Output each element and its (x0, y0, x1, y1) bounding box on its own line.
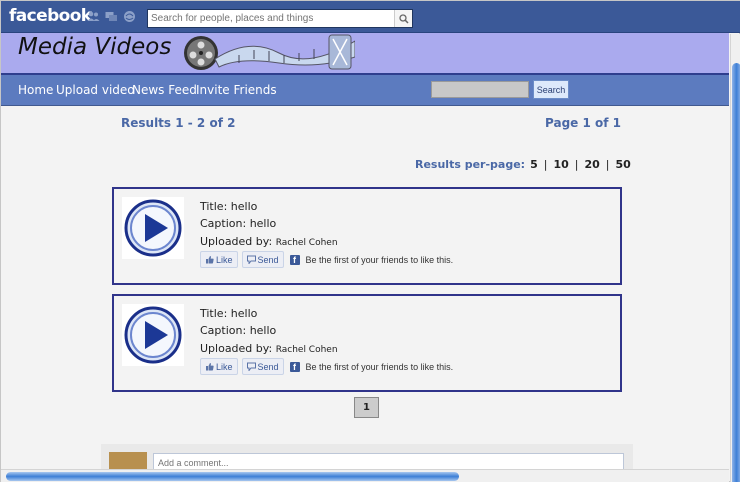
video-card: Title: hello Caption: hello Uploaded by:… (112, 187, 622, 285)
per-page-option-10[interactable]: 10 (553, 158, 568, 171)
facebook-f-icon: f (289, 254, 300, 265)
video-search-input[interactable] (431, 81, 529, 98)
per-page-option-20[interactable]: 20 (584, 158, 599, 171)
video-uploader: Uploaded by: Rachel Cohen (200, 342, 338, 355)
per-page-separator: | (605, 158, 610, 171)
video-thumbnail[interactable] (122, 197, 184, 259)
facebook-logo[interactable]: facebook (9, 6, 92, 26)
app-banner: Media Videos (1, 33, 729, 75)
per-page-option-50[interactable]: 50 (616, 158, 631, 171)
vertical-scroll-thumb[interactable] (732, 63, 740, 482)
video-uploader: Uploaded by: Rachel Cohen (200, 235, 338, 248)
play-icon (124, 306, 182, 364)
video-caption: Caption: hello (200, 324, 277, 337)
speech-bubble-icon (246, 362, 256, 371)
thumbs-up-icon (206, 363, 214, 371)
vertical-scrollbar[interactable] (730, 34, 740, 482)
video-title: Title: hello (200, 307, 258, 320)
nav-upload-video[interactable]: Upload video (56, 83, 135, 97)
per-page-separator: | (574, 158, 579, 171)
send-button[interactable]: Send (241, 358, 284, 375)
per-page-label: Results per-page: (415, 158, 526, 171)
facebook-f-icon: f (289, 361, 300, 372)
nav-news-feed[interactable]: News Feed (132, 83, 197, 97)
friend-requests-icon[interactable] (87, 10, 100, 23)
video-caption: Caption: hello (200, 217, 277, 230)
results-count: Results 1 - 2 of 2 (121, 116, 236, 130)
like-social-text: Be the first of your friends to like thi… (305, 361, 454, 372)
per-page-option-5[interactable]: 5 (530, 158, 538, 171)
like-social-text: Be the first of your friends to like thi… (305, 254, 454, 265)
speech-bubble-icon (246, 255, 256, 264)
messages-icon[interactable] (105, 10, 118, 23)
like-button[interactable]: Like (200, 251, 238, 268)
banner-title: Media Videos (18, 34, 172, 60)
video-search-button[interactable]: Search (533, 80, 569, 99)
like-row: Like Send f Be the first of your friends… (200, 358, 453, 375)
horizontal-scroll-thumb[interactable] (6, 472, 459, 481)
page-info: Page 1 of 1 (545, 116, 621, 130)
facebook-search-input[interactable] (148, 10, 394, 27)
nav-home[interactable]: Home (18, 83, 53, 97)
notifications-icon[interactable] (123, 10, 136, 23)
results-per-page: Results per-page: 5 | 10 | 20 | 50 (415, 158, 631, 171)
horizontal-scrollbar[interactable] (1, 469, 729, 482)
play-icon (124, 199, 182, 257)
video-thumbnail[interactable] (122, 304, 184, 366)
video-card: Title: hello Caption: hello Uploaded by:… (112, 294, 622, 392)
film-reel-logo (184, 34, 355, 70)
per-page-separator: | (543, 158, 548, 171)
navigation-bar: Home Upload video News Feed Invite Frien… (1, 75, 729, 106)
app-window: facebook Media Videos (0, 0, 740, 482)
send-button[interactable]: Send (241, 251, 284, 268)
search-icon[interactable] (394, 10, 412, 27)
facebook-jewel-icons (87, 10, 136, 23)
thumbs-up-icon (206, 256, 214, 264)
nav-invite-friends[interactable]: Invite Friends (196, 83, 277, 97)
facebook-search-box (147, 9, 413, 28)
pagination-current-page[interactable]: 1 (354, 397, 379, 418)
like-row: Like Send f Be the first of your friends… (200, 251, 453, 268)
facebook-top-bar: facebook (1, 1, 740, 33)
like-button[interactable]: Like (200, 358, 238, 375)
video-title: Title: hello (200, 200, 258, 213)
